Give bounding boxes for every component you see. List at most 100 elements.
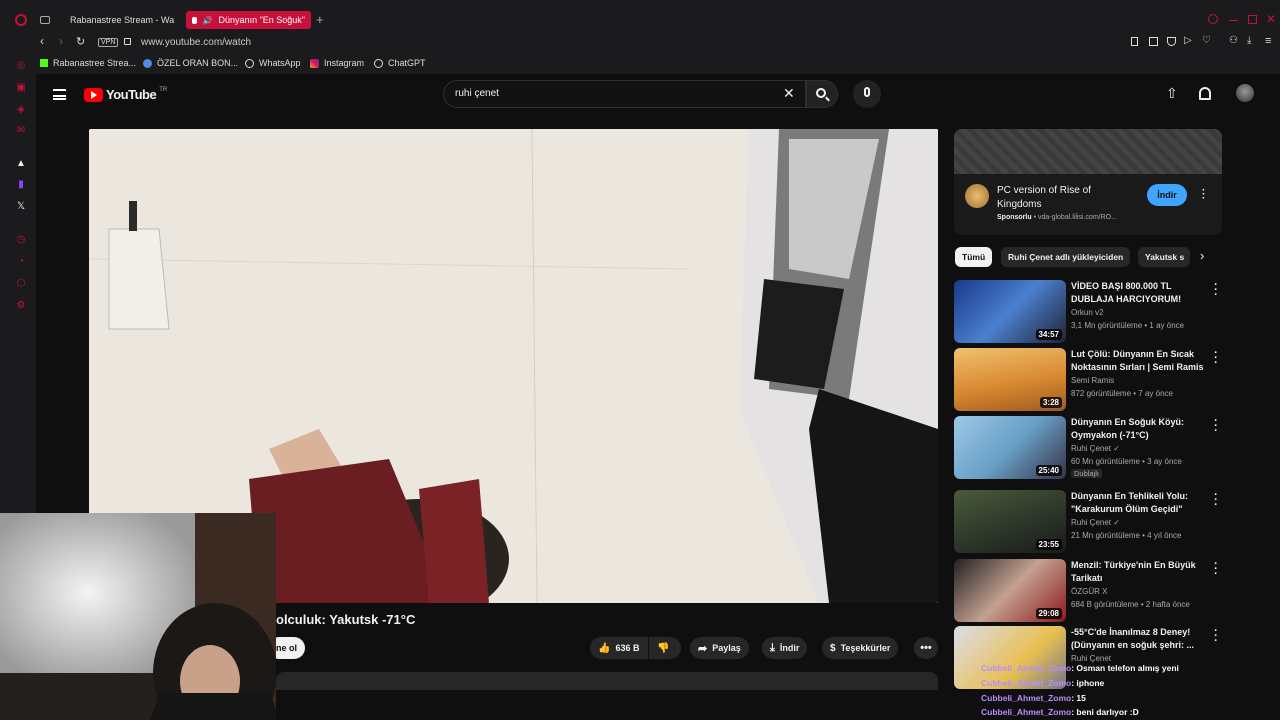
video-thumbnail: 3:28 [954, 348, 1066, 411]
verified-icon: ✓ [1113, 444, 1120, 453]
ad-card[interactable]: PC version of Rise of Kingdoms Sponsorlu… [954, 129, 1222, 235]
menu-icon[interactable]: ≡ [1265, 35, 1271, 47]
ad-menu-icon[interactable]: · · · [1202, 186, 1205, 204]
video-channel: Orkun v2 [1071, 308, 1104, 317]
opera-aria-icon[interactable]: ◎ [15, 60, 27, 72]
vpn-badge[interactable]: VPN [98, 38, 119, 47]
lock-icon [124, 38, 131, 45]
minimize-button[interactable] [1229, 20, 1238, 21]
ad-banner [954, 129, 1222, 174]
microphone-icon [864, 87, 870, 97]
chip-label: Yakutsk s [1145, 252, 1185, 262]
search-tabs-icon[interactable] [1208, 14, 1218, 24]
pin-icon[interactable]: ⬡ [15, 278, 27, 290]
webcam-overlay [0, 513, 276, 720]
clear-search-icon[interactable]: ✕ [783, 85, 795, 102]
thanks-label: Teşekkürler [840, 643, 891, 653]
like-count: 636 B [615, 643, 640, 653]
description-box[interactable] [276, 672, 938, 690]
video-menu-icon[interactable]: · · · [1212, 348, 1220, 369]
recommended-video-item[interactable]: 23:55 Dünyanın En Tehlikeli Yolu: "Karak… [954, 490, 1224, 553]
video-channel: Ruhi Çenet ✓ [1071, 444, 1120, 453]
more-dots-icon: ••• [920, 642, 932, 654]
ad-cta-button[interactable]: İndir [1147, 184, 1187, 206]
twitch-icon[interactable]: ▮ [15, 179, 27, 191]
upload-icon[interactable]: ⇧ [1166, 85, 1178, 102]
reload-icon[interactable]: ↻ [76, 35, 85, 48]
x-icon[interactable]: 𝕏 [15, 201, 27, 213]
avatar[interactable] [1236, 84, 1254, 102]
chip-yakutsk[interactable]: Yakutsk s [1138, 247, 1190, 267]
gmail-icon[interactable]: ✉ [15, 125, 27, 137]
dislike-button[interactable]: 👎 [649, 637, 681, 659]
download-icon[interactable]: ⤓ [1247, 35, 1251, 46]
recommended-video-item[interactable]: 25:40 Dünyanın En Soğuk Köyü: Oymyakon (… [954, 416, 1224, 479]
chip-uploader[interactable]: Ruhi Çenet adlı yükleyiciden [1001, 247, 1131, 267]
back-icon[interactable]: ‹ [40, 34, 44, 48]
bookmark-rabanastree[interactable]: Rabanastree Strea... [40, 58, 136, 68]
chip-label: Tümü [962, 252, 986, 262]
maximize-button[interactable] [1248, 15, 1257, 24]
bookmark-whatsapp[interactable]: WhatsApp [245, 58, 301, 68]
bookmark-ozel-oran[interactable]: ÖZEL ORAN BON... [143, 58, 238, 68]
more-actions-button[interactable]: ••• [914, 637, 938, 659]
clock-icon[interactable]: ◔ [15, 256, 27, 268]
video-menu-icon[interactable]: · · · [1212, 559, 1220, 580]
download-arrow-icon: ⤓ [770, 641, 775, 654]
youtube-logo[interactable]: YouTube TR [84, 87, 167, 102]
share-button[interactable]: ➦ Paylaş [690, 637, 749, 659]
close-window-button[interactable]: ✕ [1266, 12, 1276, 26]
recommended-video-item[interactable]: 29:08 Menzil: Türkiye'nin En Büyük Tarik… [954, 559, 1224, 622]
opera-logo-icon[interactable] [15, 14, 27, 26]
history-icon[interactable]: ◷ [15, 234, 27, 246]
snapshot-icon[interactable] [1149, 37, 1158, 46]
bookmark-label: ÖZEL ORAN BON... [157, 58, 239, 68]
heart-icon[interactable]: ♡ [1202, 35, 1211, 46]
bookmark-page-icon[interactable] [1131, 37, 1138, 46]
bookmarks-bar: Rabanastree Strea... ÖZEL ORAN BON... Wh… [0, 54, 1280, 74]
notifications-bell-icon[interactable] [1199, 87, 1211, 100]
forward-icon[interactable]: › [59, 34, 63, 48]
chips-next-icon[interactable]: › [1200, 248, 1204, 263]
search-input[interactable]: ruhi çenet ✕ [443, 80, 806, 108]
tab-rabanastree[interactable]: Rabanastree Stream - Wa [58, 11, 180, 29]
messenger-icon[interactable]: ◈ [15, 104, 27, 116]
search-button[interactable] [806, 80, 838, 108]
video-menu-icon[interactable]: · · · [1212, 626, 1220, 647]
bookmark-chatgpt[interactable]: ChatGPT [374, 58, 426, 68]
video-menu-icon[interactable]: · · · [1212, 416, 1220, 437]
account-icon[interactable]: ⚇ [1229, 35, 1238, 46]
shield-icon[interactable] [1167, 37, 1176, 46]
cast-icon[interactable]: ▷ [1184, 35, 1192, 46]
video-duration: 25:40 [1035, 465, 1062, 476]
thanks-button[interactable]: $ Teşekkürler [822, 637, 899, 659]
download-button[interactable]: ⤓ İndir [762, 637, 808, 659]
tab-active-video[interactable]: 🔊 Dünyanın "En Soğuk" [186, 11, 311, 29]
video-thumbnail: 23:55 [954, 490, 1066, 553]
youtube-play-icon [84, 87, 103, 102]
video-channel: Ruhi Çenet [1071, 654, 1112, 663]
bookmark-instagram[interactable]: Instagram [310, 58, 364, 68]
share-label: Paylaş [712, 643, 741, 653]
voice-search-button[interactable] [853, 80, 881, 108]
like-button[interactable]: 👍 636 B [590, 637, 648, 659]
video-duration: 29:08 [1035, 608, 1062, 619]
app-icon[interactable]: ▲ [15, 158, 27, 170]
bag-icon[interactable]: ▣ [15, 82, 27, 94]
settings-icon[interactable]: ⚙ [15, 300, 27, 312]
video-title: VİDEO BAŞI 800.000 TL DUBLAJA HARCIYORUM… [1071, 281, 1182, 304]
chip-all[interactable]: Tümü [955, 247, 993, 267]
hamburger-menu-icon[interactable] [53, 89, 66, 100]
recommended-video-item[interactable]: 3:28 Lut Çölü: Dünyanın En Sıcak Noktası… [954, 348, 1224, 411]
video-title: olculuk: Yakutsk -71°C [276, 612, 416, 627]
new-tab-button[interactable]: + [316, 12, 324, 27]
recommended-video-item[interactable]: 34:57 VİDEO BAŞI 800.000 TL DUBLAJA HARC… [954, 280, 1224, 343]
url-field[interactable]: www.youtube.com/watch [141, 37, 251, 48]
video-duration: 23:55 [1035, 539, 1062, 550]
video-menu-icon[interactable]: · · · [1212, 280, 1220, 301]
video-menu-icon[interactable]: · · · [1212, 490, 1220, 511]
video-meta: 872 görüntüleme • 7 ay önce [1071, 389, 1173, 398]
tab-overview-icon[interactable] [40, 16, 50, 24]
logo-text: YouTube [106, 87, 157, 102]
youtube-icon [192, 16, 197, 24]
